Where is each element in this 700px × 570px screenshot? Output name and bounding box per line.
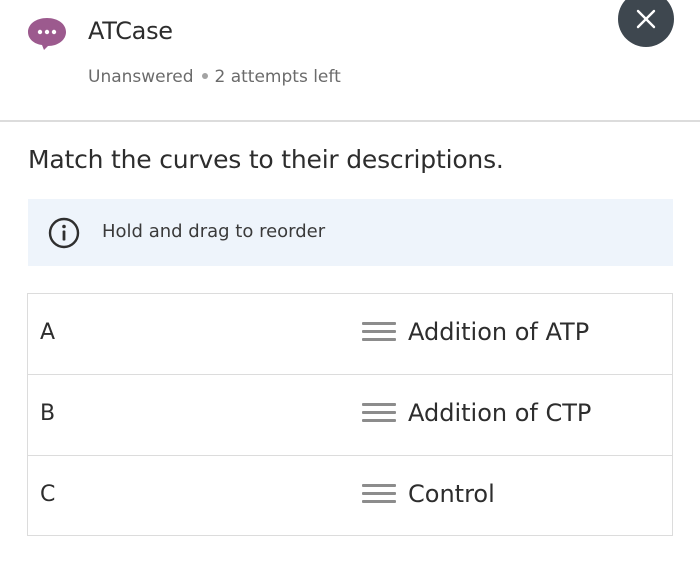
match-row-a: A Addition of ATP <box>28 294 672 375</box>
answer-text: Control <box>408 480 495 508</box>
close-icon <box>636 9 656 29</box>
attempt-status: Unanswered 2 attempts left <box>88 67 341 87</box>
drag-handle-icon[interactable] <box>362 484 396 506</box>
question-header: ATCase Unanswered 2 attempts left <box>0 0 700 122</box>
answer-text: Addition of CTP <box>408 399 592 427</box>
matching-list: A Addition of ATP B Addition of CTP C Co… <box>27 293 673 536</box>
instruction-text: Hold and drag to reorder <box>102 221 326 242</box>
chat-bubble-icon <box>28 18 66 50</box>
draggable-answer[interactable]: Addition of ATP <box>362 294 673 374</box>
curve-label: B <box>40 401 56 426</box>
separator-dot <box>201 72 208 79</box>
instruction-banner: Hold and drag to reorder <box>28 199 673 266</box>
match-row-c: C Control <box>28 456 672 535</box>
close-button[interactable] <box>618 0 674 47</box>
draggable-answer[interactable]: Addition of CTP <box>362 375 673 455</box>
attempts-left: 2 attempts left <box>214 67 341 87</box>
info-icon <box>48 217 80 249</box>
match-row-b: B Addition of CTP <box>28 375 672 456</box>
curve-label: A <box>40 320 56 345</box>
drag-handle-icon[interactable] <box>362 403 396 425</box>
question-prompt: Match the curves to their descriptions. <box>28 145 504 174</box>
draggable-answer[interactable]: Control <box>362 456 673 535</box>
answer-text: Addition of ATP <box>408 318 590 346</box>
question-title: ATCase <box>88 17 173 45</box>
answer-status: Unanswered <box>88 67 194 87</box>
curve-label: C <box>40 482 56 507</box>
drag-handle-icon[interactable] <box>362 322 396 344</box>
